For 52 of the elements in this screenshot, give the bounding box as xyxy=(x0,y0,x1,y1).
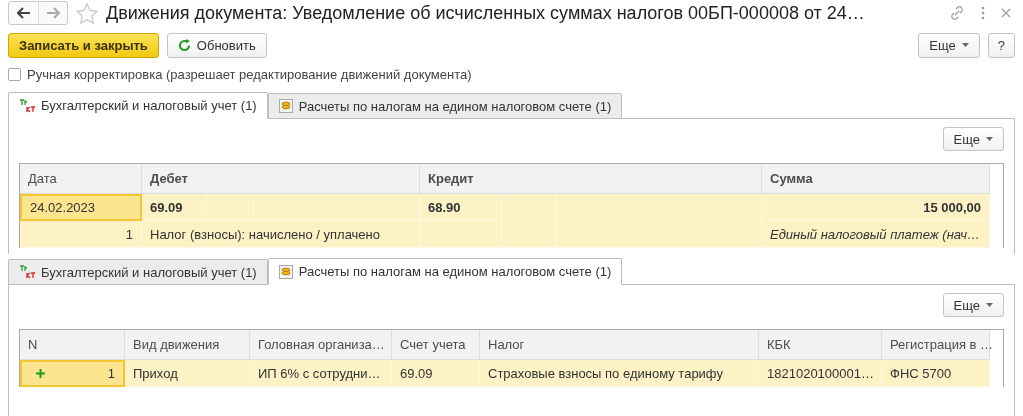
refresh-icon xyxy=(177,38,191,52)
column-header: Дата xyxy=(20,164,142,195)
refresh-button[interactable]: Обновить xyxy=(166,32,267,58)
table-cell xyxy=(502,194,557,249)
column-header: Налог xyxy=(480,330,759,361)
column-header: Дебет xyxy=(142,164,420,195)
table-cell[interactable]: 1 xyxy=(20,360,125,388)
tab[interactable]: Бухгалтерский и налоговый учет (1) xyxy=(8,92,268,120)
tab[interactable]: Бухгалтерский и налоговый учет (1) xyxy=(8,259,268,286)
tab[interactable]: Расчеты по налогам на едином налоговом счете (1) xyxy=(267,93,623,120)
column-header: Счет учета xyxy=(392,330,480,361)
table-cell: 69.09 xyxy=(142,194,207,222)
column-header: Кредит xyxy=(420,164,762,195)
table-cell: Страховые взносы по единому тарифу xyxy=(480,360,759,388)
column-header: N xyxy=(20,330,125,361)
forward-arrow-icon xyxy=(46,7,60,20)
more-button[interactable]: Еще xyxy=(942,293,1004,318)
checkbox[interactable] xyxy=(8,67,21,81)
more-button[interactable]: Еще xyxy=(918,32,980,58)
table-cell: 15 000,00 xyxy=(762,194,990,222)
table-cell: 1 xyxy=(20,221,142,249)
table-cell xyxy=(207,194,254,222)
column-header: Сумма xyxy=(762,164,990,195)
coins-icon xyxy=(278,264,293,279)
column-header: Головная организа… xyxy=(250,330,392,361)
table-cell: ИП 6% с сотрудни… xyxy=(250,360,392,388)
checkbox-label: Ручная корректировка (разрешает редактирование движений документа) xyxy=(27,66,472,82)
column-header: Вид движения xyxy=(125,330,250,361)
debit-credit-icon xyxy=(19,265,35,280)
column-header: Регистрация в … xyxy=(882,330,990,361)
debit-credit-icon xyxy=(19,98,35,113)
table-cell[interactable]: 24.02.2023 xyxy=(20,194,142,222)
table-cell: 69.09 xyxy=(392,360,480,388)
column-header: КБК xyxy=(759,330,882,361)
table-cell: Единый налоговый платеж (нач… xyxy=(762,221,990,249)
caret-icon xyxy=(986,303,993,308)
caret-icon xyxy=(961,43,969,48)
help-button[interactable]: ? xyxy=(987,32,1015,58)
table-cell: Приход xyxy=(125,360,250,388)
save-and-close-button[interactable]: Записать и закрыть xyxy=(8,32,159,58)
table-cell: 68.90 xyxy=(420,194,502,222)
table-cell: ФНС 5700 xyxy=(882,360,990,388)
plus-icon xyxy=(36,369,45,379)
caret-icon xyxy=(986,137,993,142)
star-icon[interactable] xyxy=(76,2,98,24)
window-title: Движения документа: Уведомление об исчисленных суммах налогов 00БП-000008 от 24… xyxy=(106,2,866,24)
tab[interactable]: Расчеты по налогам на едином налоговом счете (1) xyxy=(267,258,623,286)
coins-icon xyxy=(278,99,293,114)
more-button[interactable]: Еще xyxy=(942,127,1004,152)
table-cell: 1821020100001… xyxy=(759,360,882,388)
back-arrow-icon xyxy=(16,7,31,20)
table-cell: Налог (взносы): начислено / уплачено xyxy=(142,221,420,249)
